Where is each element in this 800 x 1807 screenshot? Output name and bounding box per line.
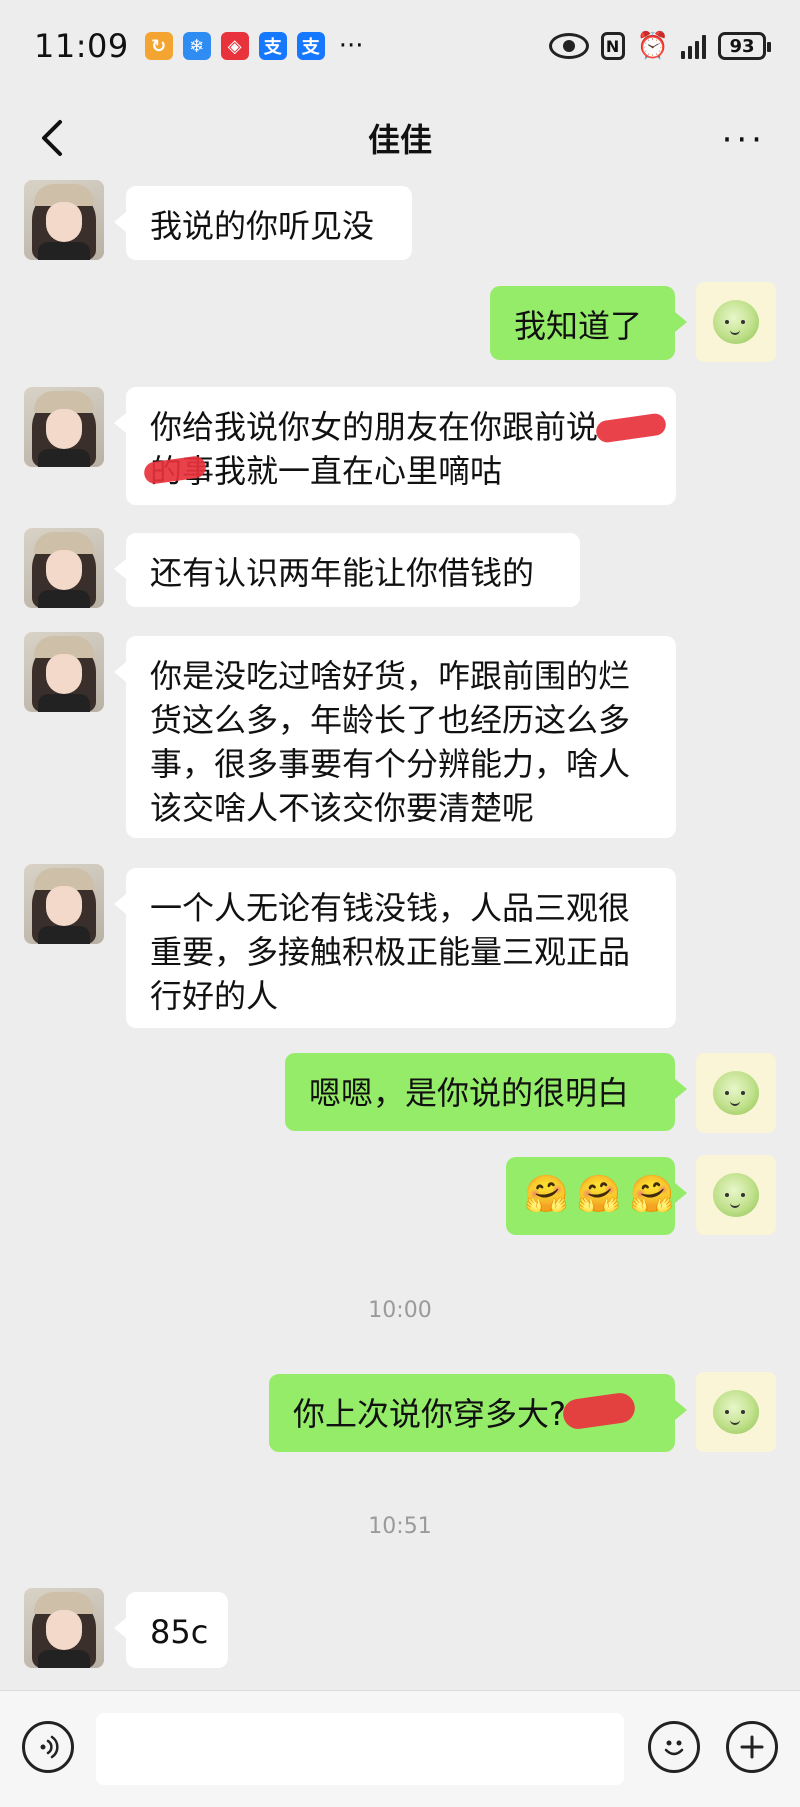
message-text-line: 该交啥人不该交你要清楚呢 [150, 789, 535, 827]
message-text: 嗯嗯，是你说的很明白 [309, 1074, 630, 1112]
timestamp: 10:00 [368, 1298, 432, 1323]
contact-avatar[interactable] [24, 528, 104, 608]
voice-icon [40, 1735, 59, 1759]
my-avatar[interactable] [696, 282, 776, 362]
message-bubble[interactable]: 还有认识两年能让你借钱的 [114, 533, 580, 607]
more-notifications-icon: ··· [338, 31, 364, 61]
status-time: 11:09 [34, 27, 129, 65]
message-bubble[interactable]: 一个人无论有钱没钱，人品三观很 重要，多接触积极正能量三观正品 行好的人 [114, 868, 676, 1028]
alipay-icon: 支 [258, 32, 287, 60]
alarm-icon: ⏰ [636, 31, 669, 61]
contact-avatar[interactable] [24, 180, 104, 260]
voice-input-button[interactable] [22, 1721, 74, 1773]
my-avatar[interactable] [696, 1372, 776, 1452]
message-text: 我说的你听见没 [150, 207, 375, 245]
cabbage-icon [713, 1390, 759, 1434]
message-bubble[interactable]: 嗯嗯，是你说的很明白 [285, 1053, 687, 1131]
my-avatar[interactable] [696, 1155, 776, 1235]
app-icon-orange: ↻ [144, 32, 173, 60]
message-text-line: 你是没吃过啥好货，咋跟前围的烂 [150, 657, 631, 695]
signal-icon [681, 33, 706, 59]
message-text-line: 的事我就一直在心里嘀咕 [150, 452, 503, 490]
back-arrow-icon[interactable] [30, 114, 78, 162]
contact-avatar[interactable] [24, 387, 104, 467]
alipay-icon: 支 [296, 32, 325, 60]
message-text-line: 你给我说你女的朋友在你跟前说 [150, 408, 599, 446]
contact-avatar[interactable] [24, 1588, 104, 1668]
message-bubble[interactable]: 我知道了 [490, 286, 687, 360]
cabbage-icon [713, 1173, 759, 1217]
input-bar [0, 1690, 800, 1807]
message-bubble[interactable]: 🤗 🤗 🤗 [506, 1157, 687, 1235]
snowflake-app-icon: ❄ [182, 32, 211, 60]
timestamp: 10:51 [368, 1514, 432, 1539]
chat-header: 佳佳 ··· [0, 92, 800, 184]
message-bubble[interactable]: 我说的你听见没 [114, 186, 412, 260]
message-text-line: 一个人无论有钱没钱，人品三观很 [150, 889, 631, 927]
redaction-mark [561, 1391, 637, 1431]
red-app-icon: ◈ [220, 32, 249, 60]
message-text: 还有认识两年能让你借钱的 [150, 554, 535, 592]
message-text-line: 事，很多事要有个分辨能力，啥人 [150, 745, 631, 783]
battery-icon: 93 [718, 32, 771, 60]
hug-emoji-icon: 🤗 [524, 1174, 569, 1215]
message-input[interactable] [96, 1713, 624, 1785]
cabbage-icon [713, 1071, 759, 1115]
message-text-line: 行好的人 [150, 977, 279, 1015]
message-bubble[interactable]: 85c [114, 1592, 228, 1668]
hug-emoji-icon: 🤗 [629, 1174, 675, 1215]
plus-icon [740, 1735, 764, 1759]
message-bubble[interactable]: 你给我说你女的朋友在你跟前说 的事我就一直在心里嘀咕 [114, 387, 676, 505]
message-bubble[interactable]: 你上次说你穿多大? [269, 1374, 687, 1452]
message-text: 你上次说你穿多大 [293, 1395, 550, 1433]
message-bubble[interactable]: 你是没吃过啥好货，咋跟前围的烂 货这么多，年龄长了也经历这么多 事，很多事要有个… [114, 636, 676, 838]
more-functions-button[interactable] [726, 1721, 778, 1773]
smiley-icon [664, 1740, 684, 1756]
nfc-icon: N [600, 32, 625, 60]
emoji-button[interactable] [648, 1721, 700, 1773]
message-text: 我知道了 [514, 307, 643, 345]
chat-title: 佳佳 [367, 121, 432, 159]
cabbage-icon [713, 300, 759, 344]
message-text-line: 货这么多，年龄长了也经历这么多 [150, 701, 631, 739]
message-text: 85c [150, 1613, 209, 1651]
status-bar: 11:09 ↻ ❄ ◈ 支 支 ··· N ⏰ 93 [0, 0, 800, 92]
eye-icon [548, 33, 589, 59]
contact-avatar[interactable] [24, 864, 104, 944]
my-avatar[interactable] [696, 1053, 776, 1133]
contact-avatar[interactable] [24, 632, 104, 712]
more-options-icon[interactable]: ··· [722, 120, 766, 160]
message-text-line: 重要，多接触积极正能量三观正品 [150, 933, 631, 971]
hug-emoji-icon: 🤗 [576, 1174, 622, 1215]
